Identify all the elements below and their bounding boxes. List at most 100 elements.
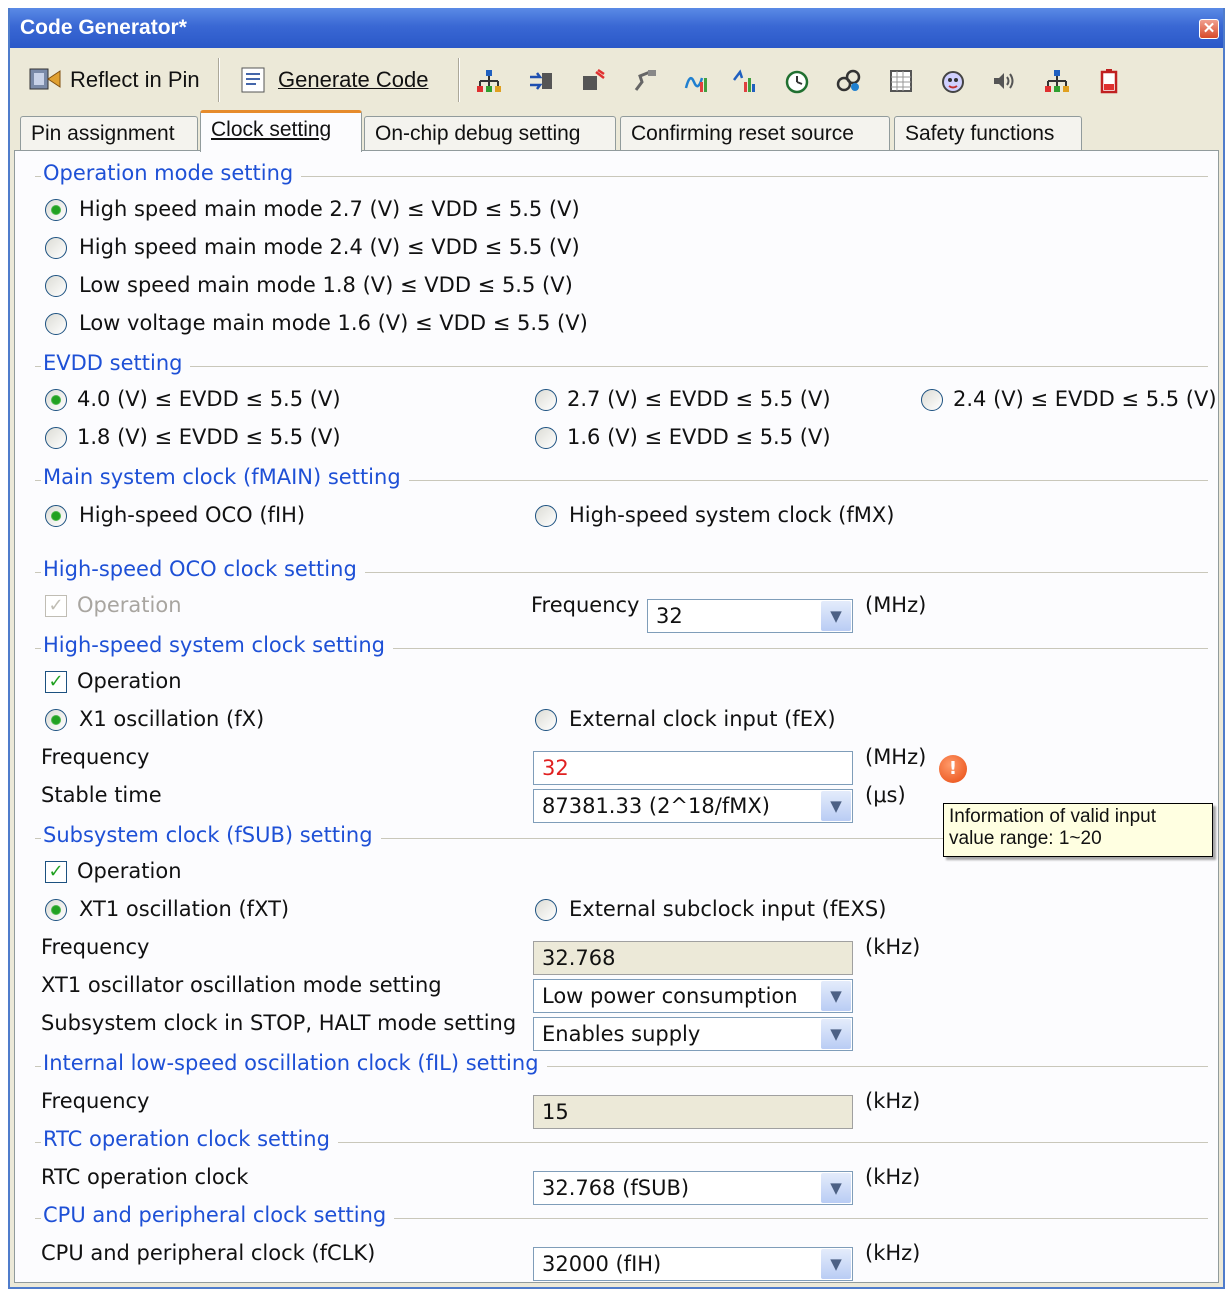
timer-icon[interactable]: [784, 68, 810, 94]
radio-label: 1.6 (V) ≤ EVDD ≤ 5.5 (V): [567, 425, 831, 449]
radio-opmode-hs-2-7[interactable]: [45, 199, 67, 221]
checkbox-sub-operation[interactable]: ✓: [45, 861, 67, 883]
valid-range-tooltip: Information of valid input value range: …: [943, 803, 1213, 857]
stable-time-label: Stable time: [41, 783, 162, 807]
group-operation-mode: Operation mode setting: [35, 161, 1208, 185]
radio-label: External clock input (fEX): [569, 707, 836, 731]
tab-safety-functions[interactable]: Safety functions: [894, 116, 1082, 152]
select-value: 32.768 (fSUB): [542, 1176, 690, 1200]
tab-on-chip-debug-setting[interactable]: On-chip debug setting: [364, 116, 616, 152]
checkbox-oco-operation: ✓: [45, 595, 67, 617]
group-title: High-speed OCO clock setting: [43, 557, 357, 581]
radio-label: High speed main mode 2.7 (V) ≤ VDD ≤ 5.5…: [79, 197, 580, 221]
group-main-clock: Main system clock (fMAIN) setting: [35, 465, 1208, 489]
radio-external-subclock-input[interactable]: [535, 899, 557, 921]
radio-label: XT1 oscillation (fXT): [79, 897, 290, 921]
group-title: Main system clock (fMAIN) setting: [43, 465, 401, 489]
radio-evdd-1-6[interactable]: [535, 427, 557, 449]
tooltip-line: value range: 1~20: [949, 828, 1102, 849]
group-hs-oco: High-speed OCO clock setting: [35, 557, 1208, 581]
checkbox-label: Operation: [77, 593, 182, 617]
sub-frequency-label: Frequency: [41, 935, 150, 959]
radio-high-speed-oco[interactable]: [45, 505, 67, 527]
group-hs-system-clock: High-speed system clock setting: [35, 633, 1208, 657]
tab-label: On-chip debug setting: [375, 122, 581, 145]
radio-x1-oscillation[interactable]: [45, 709, 67, 731]
radio-opmode-hs-2-4[interactable]: [45, 237, 67, 259]
radio-high-speed-system-clock[interactable]: [535, 505, 557, 527]
chevron-down-icon[interactable]: ▼: [821, 1019, 851, 1049]
hs-frequency-input[interactable]: 32: [533, 751, 853, 785]
radio-opmode-ls-1-8[interactable]: [45, 275, 67, 297]
interrupt-icon[interactable]: [528, 68, 554, 94]
adc-icon[interactable]: [632, 68, 658, 94]
rtc-icon[interactable]: [888, 68, 914, 94]
buzzer-icon[interactable]: [992, 68, 1018, 94]
chevron-down-icon[interactable]: ▼: [821, 1173, 851, 1203]
dac-icon[interactable]: [684, 68, 710, 94]
chevron-down-icon[interactable]: ▼: [821, 791, 851, 821]
comparator-icon[interactable]: [732, 68, 758, 94]
group-evdd: EVDD setting: [35, 351, 1208, 375]
dma-icon[interactable]: [1044, 68, 1070, 94]
chevron-down-icon[interactable]: ▼: [821, 1249, 851, 1279]
group-title: EVDD setting: [43, 351, 183, 375]
radio-external-clock-input[interactable]: [535, 709, 557, 731]
fclk-select[interactable]: 32000 (fIH) ▼: [533, 1247, 853, 1281]
unit-label: (kHz): [865, 1241, 921, 1265]
group-title: Operation mode setting: [43, 161, 294, 185]
tab-pin-assignment[interactable]: Pin assignment: [20, 116, 198, 152]
radio-evdd-2-7[interactable]: [535, 389, 557, 411]
checkbox-label: Operation: [77, 669, 182, 693]
toolbar-separator: [218, 58, 220, 102]
battery-icon[interactable]: [1096, 68, 1122, 94]
tooltip-line: Information of valid input: [949, 806, 1157, 827]
group-title: RTC operation clock setting: [43, 1127, 330, 1151]
tab-label: Pin assignment: [31, 122, 175, 145]
code-generator-window: Code Generator* ✕ Reflect in Pin Generat…: [8, 8, 1225, 1289]
close-button[interactable]: ✕: [1199, 19, 1219, 39]
radio-label: Low voltage main mode 1.6 (V) ≤ VDD ≤ 5.…: [79, 311, 588, 335]
sub-frequency-input: 32.768: [533, 941, 853, 975]
rtc-clock-label: RTC operation clock: [41, 1165, 249, 1189]
select-value: 32: [656, 604, 683, 628]
interval-timer-icon[interactable]: [940, 68, 966, 94]
checkbox-hs-operation[interactable]: ✓: [45, 671, 67, 693]
stable-time-select[interactable]: 87381.33 (2^18/fMX) ▼: [533, 789, 853, 823]
chevron-down-icon[interactable]: ▼: [821, 601, 851, 631]
window-title: Code Generator*: [20, 16, 187, 39]
select-value: Enables supply: [542, 1022, 701, 1046]
serial-icon[interactable]: [580, 68, 606, 94]
select-value: 32000 (fIH): [542, 1252, 662, 1276]
select-value: Low power consumption: [542, 984, 798, 1008]
chevron-down-icon[interactable]: ▼: [821, 981, 851, 1011]
toolbar: Reflect in Pin Generate Code: [10, 48, 1223, 116]
oco-frequency-select[interactable]: 32 ▼: [647, 599, 853, 633]
tab-confirming-reset-source[interactable]: Confirming reset source: [620, 116, 890, 152]
xt1-mode-select[interactable]: Low power consumption ▼: [533, 979, 853, 1013]
window-titlebar[interactable]: Code Generator* ✕: [10, 8, 1223, 48]
radio-label: High-speed OCO (fIH): [79, 503, 306, 527]
clock-setting-panel: Operation mode setting High speed main m…: [14, 150, 1219, 1283]
tab-label: Safety functions: [905, 122, 1055, 145]
radio-evdd-1-8[interactable]: [45, 427, 67, 449]
group-rtc: RTC operation clock setting: [35, 1127, 1208, 1151]
rtc-clock-select[interactable]: 32.768 (fSUB) ▼: [533, 1171, 853, 1205]
watchdog-icon[interactable]: [836, 68, 862, 94]
radio-label: High-speed system clock (fMX): [569, 503, 895, 527]
port-icon[interactable]: [476, 68, 502, 94]
stop-halt-select[interactable]: Enables supply ▼: [533, 1017, 853, 1051]
unit-label: (kHz): [865, 1165, 921, 1189]
error-icon[interactable]: !: [939, 755, 967, 783]
radio-opmode-lv-1-6[interactable]: [45, 313, 67, 335]
radio-label: 2.4 (V) ≤ EVDD ≤ 5.5 (V): [953, 387, 1217, 411]
input-value: 32: [542, 756, 569, 780]
tab-label: Clock setting: [211, 118, 332, 141]
radio-evdd-4-0[interactable]: [45, 389, 67, 411]
tab-clock-setting[interactable]: Clock setting: [200, 110, 362, 152]
reflect-in-pin-button[interactable]: Reflect in Pin: [20, 58, 200, 102]
radio-evdd-2-4[interactable]: [921, 389, 943, 411]
generate-code-button[interactable]: Generate Code: [228, 58, 428, 102]
xt1-mode-label: XT1 oscillator oscillation mode setting: [41, 973, 442, 997]
radio-xt1-oscillation[interactable]: [45, 899, 67, 921]
